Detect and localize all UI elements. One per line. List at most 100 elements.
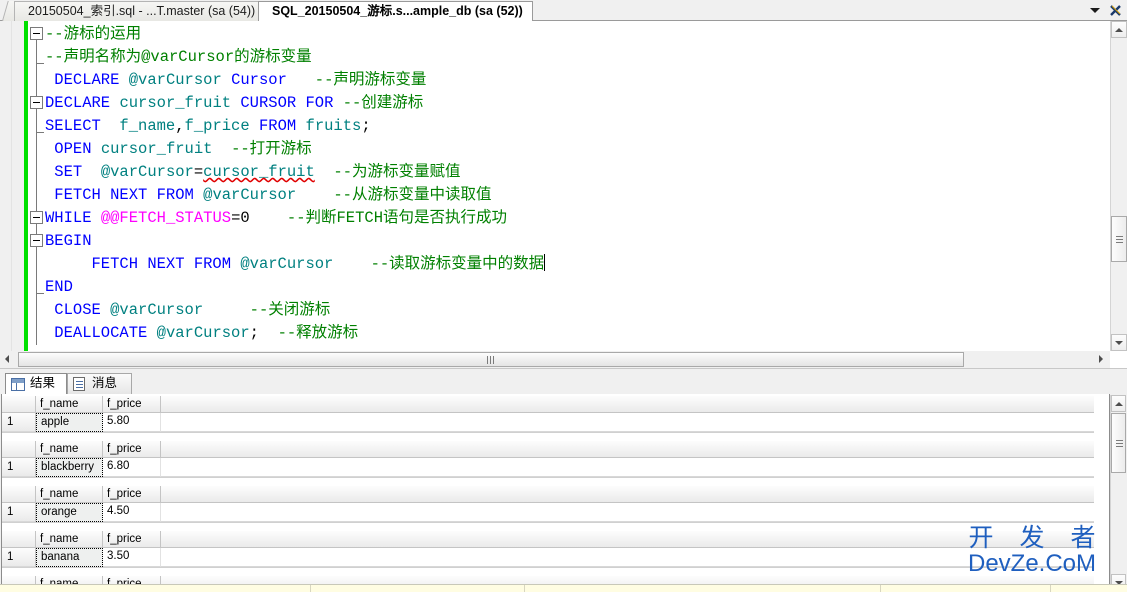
grid-icon bbox=[11, 378, 25, 391]
editor-indicator-margin bbox=[12, 21, 24, 351]
scroll-right-button[interactable] bbox=[1093, 351, 1110, 367]
result-grid[interactable]: f_name f_price 1 apple 5.80 bbox=[2, 396, 1094, 433]
scroll-up-button[interactable] bbox=[1111, 21, 1127, 38]
close-document-button[interactable] bbox=[1107, 2, 1124, 18]
result-grid[interactable]: f_name f_price 1 orange 4.50 bbox=[2, 486, 1094, 523]
result-grid-row[interactable]: 1 orange 4.50 bbox=[2, 503, 1094, 522]
result-grid-row[interactable]: 1 apple 5.80 bbox=[2, 413, 1094, 432]
column-header-filler bbox=[161, 441, 1094, 458]
column-header-f_name[interactable]: f_name bbox=[36, 396, 103, 413]
grid-corner-header[interactable] bbox=[2, 531, 36, 548]
cell-f-price[interactable]: 4.50 bbox=[103, 503, 161, 522]
column-header-f_name[interactable]: f_name bbox=[36, 441, 103, 458]
column-header-f_price[interactable]: f_price bbox=[103, 441, 161, 458]
fold-collapse-button[interactable] bbox=[30, 27, 43, 40]
result-grid-row[interactable]: 1 banana 3.50 bbox=[2, 548, 1094, 567]
column-header-filler bbox=[161, 396, 1094, 413]
fold-collapse-button[interactable] bbox=[30, 96, 43, 109]
tab-messages-label: 消息 bbox=[92, 376, 118, 390]
fold-region-end-marker bbox=[36, 132, 44, 133]
editor-line: DECLARE @varCursor Cursor --声明游标变量 bbox=[45, 69, 1105, 92]
row-number-header[interactable]: 1 bbox=[2, 413, 36, 432]
results-vertical-scrollbar[interactable] bbox=[1110, 395, 1126, 591]
scroll-down-button[interactable] bbox=[1111, 334, 1127, 351]
grid-corner-header[interactable] bbox=[2, 396, 36, 413]
results-grids-container[interactable]: f_name f_price 1 apple 5.80 f_name f_price 1 bla… bbox=[1, 394, 1110, 592]
editor-outlining-margin[interactable] bbox=[28, 21, 45, 351]
row-number-header[interactable]: 1 bbox=[2, 458, 36, 477]
result-grid-row[interactable]: 1 blackberry 6.80 bbox=[2, 458, 1094, 477]
row-number-header[interactable]: 1 bbox=[2, 503, 36, 522]
cell-f-price[interactable]: 5.80 bbox=[103, 413, 161, 432]
cell-f-price[interactable]: 6.80 bbox=[103, 458, 161, 477]
editor-scroll-thumb[interactable] bbox=[1111, 216, 1127, 262]
editor-line: DEALLOCATE @varCursor; --释放游标 bbox=[45, 322, 1105, 345]
editor-horizontal-scrollbar[interactable] bbox=[0, 351, 1110, 368]
results-scroll-thumb[interactable] bbox=[1111, 413, 1126, 473]
chevron-down-icon bbox=[1089, 8, 1100, 13]
grid-corner-header[interactable] bbox=[2, 441, 36, 458]
code-token: END bbox=[45, 278, 73, 296]
document-tab-cursor[interactable]: SQL_20150504_游标.s...ample_db (sa (52)) bbox=[258, 1, 533, 21]
code-token: --关闭游标 bbox=[249, 301, 331, 319]
editor-vertical-scrollbar[interactable] bbox=[1110, 21, 1127, 351]
result-grid[interactable]: f_name f_price 1 banana 3.50 bbox=[2, 531, 1094, 568]
column-header-f_price[interactable]: f_price bbox=[103, 396, 161, 413]
cell-f-name[interactable]: banana bbox=[36, 548, 103, 567]
code-token: WHILE bbox=[45, 209, 92, 227]
editor-line: --游标的运用 bbox=[45, 23, 1105, 46]
editor-line: BEGIN bbox=[45, 230, 1105, 253]
column-header-f_name[interactable]: f_name bbox=[36, 486, 103, 503]
tab-list-dropdown-button[interactable] bbox=[1086, 2, 1103, 18]
column-header-f_name[interactable]: f_name bbox=[36, 531, 103, 548]
column-header-f_price[interactable]: f_price bbox=[103, 486, 161, 503]
cell-f-price[interactable]: 3.50 bbox=[103, 548, 161, 567]
scroll-left-button[interactable] bbox=[0, 351, 17, 367]
status-bar bbox=[0, 584, 1127, 592]
sql-editor[interactable]: --游标的运用 --声明名称为@varCursor的游标变量 DECLARE @v… bbox=[0, 21, 1127, 351]
tab-results-label: 结果 bbox=[30, 376, 56, 390]
results-scroll-up-button[interactable] bbox=[1111, 395, 1126, 412]
code-token: = bbox=[193, 163, 204, 181]
editor-code-text[interactable]: --游标的运用 --声明名称为@varCursor的游标变量 DECLARE @v… bbox=[45, 23, 1105, 345]
code-token: f_price bbox=[184, 117, 250, 135]
cell-f-name[interactable]: apple bbox=[36, 413, 103, 432]
code-token: , bbox=[175, 117, 185, 135]
code-token: CLOSE bbox=[45, 301, 101, 319]
code-token: SET bbox=[45, 163, 83, 181]
cell-f-name[interactable]: orange bbox=[36, 503, 103, 522]
code-token: @varCursor bbox=[156, 324, 250, 342]
results-pane: 结果 消息 f_name f_price 1 apple 5.80 f_name f_pri… bbox=[0, 372, 1127, 592]
cell-f-name[interactable]: blackberry bbox=[36, 458, 103, 477]
code-token: ; bbox=[249, 324, 259, 342]
column-header-filler bbox=[161, 531, 1094, 548]
editor-hscroll-thumb[interactable] bbox=[18, 352, 964, 367]
tab-messages[interactable]: 消息 bbox=[67, 373, 132, 394]
document-tab-indexes[interactable]: 20150504_索引.sql - ...T.master (sa (54)) bbox=[14, 1, 266, 21]
result-grid-header-row: f_namef_price bbox=[2, 396, 1094, 413]
column-header-f_price[interactable]: f_price bbox=[103, 531, 161, 548]
code-token: --读取游标变量中的数据 bbox=[370, 255, 545, 273]
code-token: @@FETCH_STATUS bbox=[100, 209, 232, 227]
result-grid[interactable]: f_name f_price 1 blackberry 6.80 bbox=[2, 441, 1094, 478]
row-number-header[interactable]: 1 bbox=[2, 548, 36, 567]
fold-collapse-button[interactable] bbox=[30, 211, 43, 224]
fold-collapse-button[interactable] bbox=[30, 234, 43, 247]
code-token: @varCursor bbox=[240, 255, 334, 273]
code-token: cursor_fruit bbox=[203, 163, 315, 181]
tab-results[interactable]: 结果 bbox=[5, 373, 67, 394]
grid-corner-header[interactable] bbox=[2, 486, 36, 503]
arrow-up-icon bbox=[1114, 402, 1123, 406]
